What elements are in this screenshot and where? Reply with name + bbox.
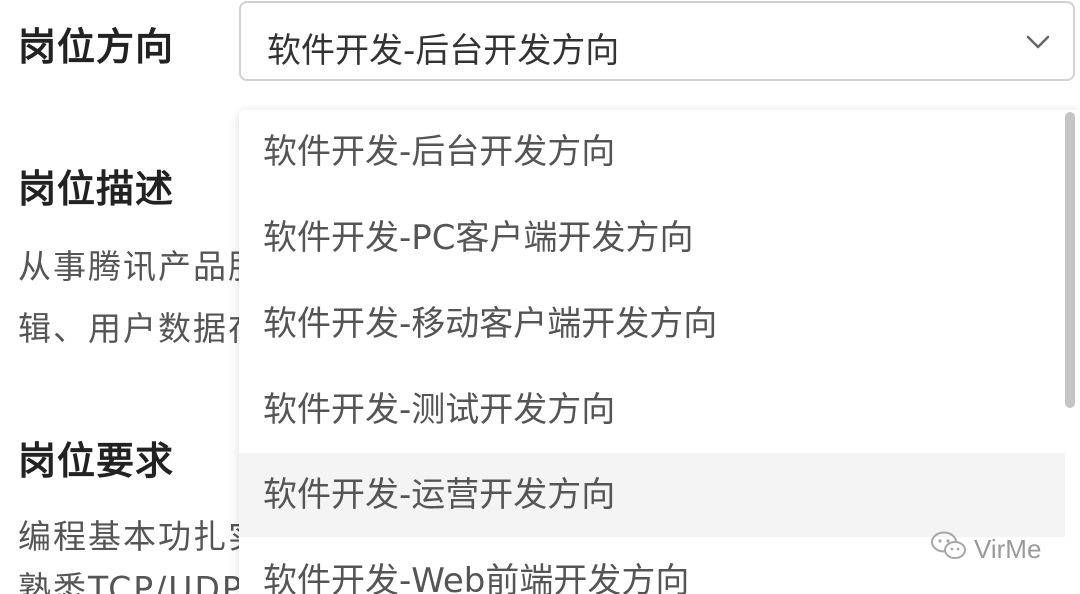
requirement-text-line: 熟悉TCP/UDP [18, 569, 244, 594]
dropdown-option[interactable]: 软件开发-测试开发方向 [239, 368, 1065, 452]
direction-label: 岗位方向 [18, 25, 175, 69]
watermark: VirMe [930, 530, 1042, 569]
description-label: 岗位描述 [18, 167, 175, 211]
requirement-text-line: 编程基本功扎实 [18, 517, 263, 556]
dropdown-scrollbar[interactable] [1065, 112, 1075, 408]
dropdown-option[interactable]: 软件开发-运营开发方向 [239, 453, 1065, 537]
chevron-down-icon[interactable] [1025, 29, 1051, 55]
dropdown-option[interactable]: 软件开发-后台开发方向 [239, 110, 1065, 194]
watermark-text: VirMe [974, 533, 1042, 564]
dropdown-option[interactable]: 软件开发-移动客户端开发方向 [239, 282, 1065, 366]
direction-select[interactable]: 软件开发-后台开发方向 [239, 1, 1075, 81]
direction-dropdown-menu: 软件开发-后台开发方向 软件开发-PC客户端开发方向 软件开发-移动客户端开发方… [239, 110, 1080, 594]
description-text-line: 从事腾讯产品服 [18, 247, 263, 286]
select-value: 软件开发-后台开发方向 [267, 31, 620, 71]
job-form-page: 岗位方向 软件开发-后台开发方向 岗位描述 从事腾讯产品服 辑、用户数据在 岗位… [0, 0, 1080, 594]
requirement-label: 岗位要求 [18, 439, 175, 483]
wechat-icon [930, 530, 968, 569]
dropdown-option[interactable]: 软件开发-PC客户端开发方向 [239, 196, 1065, 280]
description-text-line: 辑、用户数据在 [18, 309, 263, 348]
